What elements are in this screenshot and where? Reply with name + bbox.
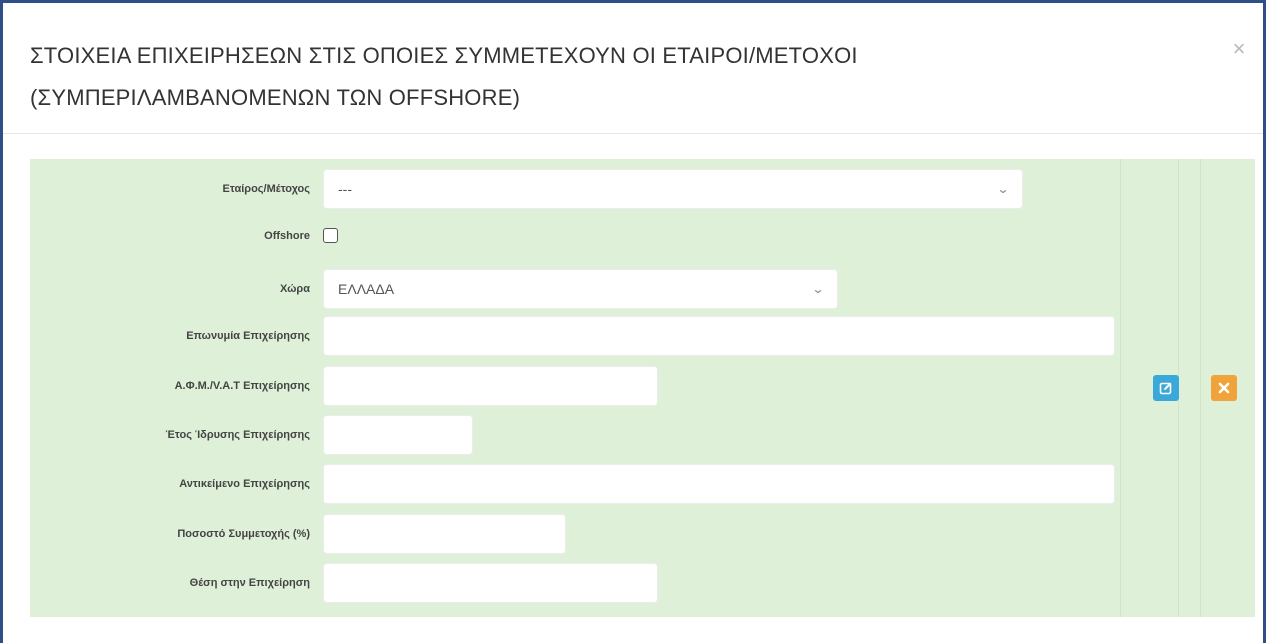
- partner-label: Εταίρος/Μέτοχος: [222, 183, 310, 195]
- position-row: Θέση στην Επιχείρηση: [30, 563, 1120, 603]
- chevron-down-icon: ⌄: [996, 182, 1010, 196]
- participation-label: Ποσοστό Συμμετοχής (%): [177, 528, 310, 540]
- tax-id-input[interactable]: [323, 366, 658, 406]
- founding-year-label: Έτος Ίδρυσης Επιχείρησης: [165, 429, 310, 441]
- partner-select[interactable]: --- ⌄: [323, 169, 1023, 209]
- times-icon: [1218, 382, 1230, 394]
- offshore-checkbox[interactable]: [323, 228, 338, 243]
- edit-button[interactable]: [1153, 375, 1179, 401]
- business-object-label: Αντικείμενο Επιχείρησης: [179, 478, 310, 490]
- business-object-input[interactable]: [323, 464, 1115, 504]
- chevron-down-icon: ⌄: [811, 282, 825, 296]
- position-input[interactable]: [323, 563, 658, 603]
- business-object-row: Αντικείμενο Επιχείρησης: [30, 464, 1120, 504]
- partner-select-value: ---: [338, 181, 352, 197]
- offshore-row: Offshore: [30, 216, 1120, 256]
- participation-row: Ποσοστό Συμμετοχής (%): [30, 514, 1120, 554]
- modal-dialog: ΣΤΟΙΧΕΙΑ ΕΠΙΧΕΙΡΗΣΕΩΝ ΣΤΙΣ ΟΠΟΙΕΣ ΣΥΜΜΕΤ…: [0, 0, 1266, 643]
- country-row: Χώρα ΕΛΛΑΔΑ ⌄: [30, 269, 1120, 309]
- close-button[interactable]: ×: [1227, 37, 1251, 61]
- company-name-row: Επωνυμία Επιχείρησης: [30, 316, 1120, 356]
- tax-id-label: Α.Φ.Μ./V.A.T Επιχείρησης: [174, 380, 310, 392]
- column-divider: [1120, 159, 1121, 617]
- participation-input[interactable]: [323, 514, 566, 554]
- country-select[interactable]: ΕΛΛΑΔΑ ⌄: [323, 269, 838, 309]
- founding-year-row: Έτος Ίδρυσης Επιχείρησης: [30, 415, 1120, 455]
- position-label: Θέση στην Επιχείρηση: [189, 577, 310, 589]
- column-divider: [1200, 159, 1201, 617]
- founding-year-input[interactable]: [323, 415, 473, 455]
- delete-button[interactable]: [1211, 375, 1237, 401]
- modal-title: ΣΤΟΙΧΕΙΑ ΕΠΙΧΕΙΡΗΣΕΩΝ ΣΤΙΣ ΟΠΟΙΕΣ ΣΥΜΜΕΤ…: [30, 43, 858, 110]
- partner-row: Εταίρος/Μέτοχος --- ⌄: [30, 169, 1120, 209]
- modal-header: ΣΤΟΙΧΕΙΑ ΕΠΙΧΕΙΡΗΣΕΩΝ ΣΤΙΣ ΟΠΟΙΕΣ ΣΥΜΜΕΤ…: [3, 3, 1263, 134]
- form-panel: Εταίρος/Μέτοχος --- ⌄ Offshore Χώρα ΕΛΛΑ…: [30, 159, 1255, 617]
- tax-id-row: Α.Φ.Μ./V.A.T Επιχείρησης: [30, 366, 1120, 406]
- country-label: Χώρα: [279, 283, 310, 295]
- company-name-label: Επωνυμία Επιχείρησης: [186, 330, 310, 342]
- edit-icon: [1159, 382, 1172, 395]
- company-name-input[interactable]: [323, 316, 1115, 356]
- offshore-label: Offshore: [264, 230, 310, 242]
- country-select-value: ΕΛΛΑΔΑ: [338, 281, 395, 297]
